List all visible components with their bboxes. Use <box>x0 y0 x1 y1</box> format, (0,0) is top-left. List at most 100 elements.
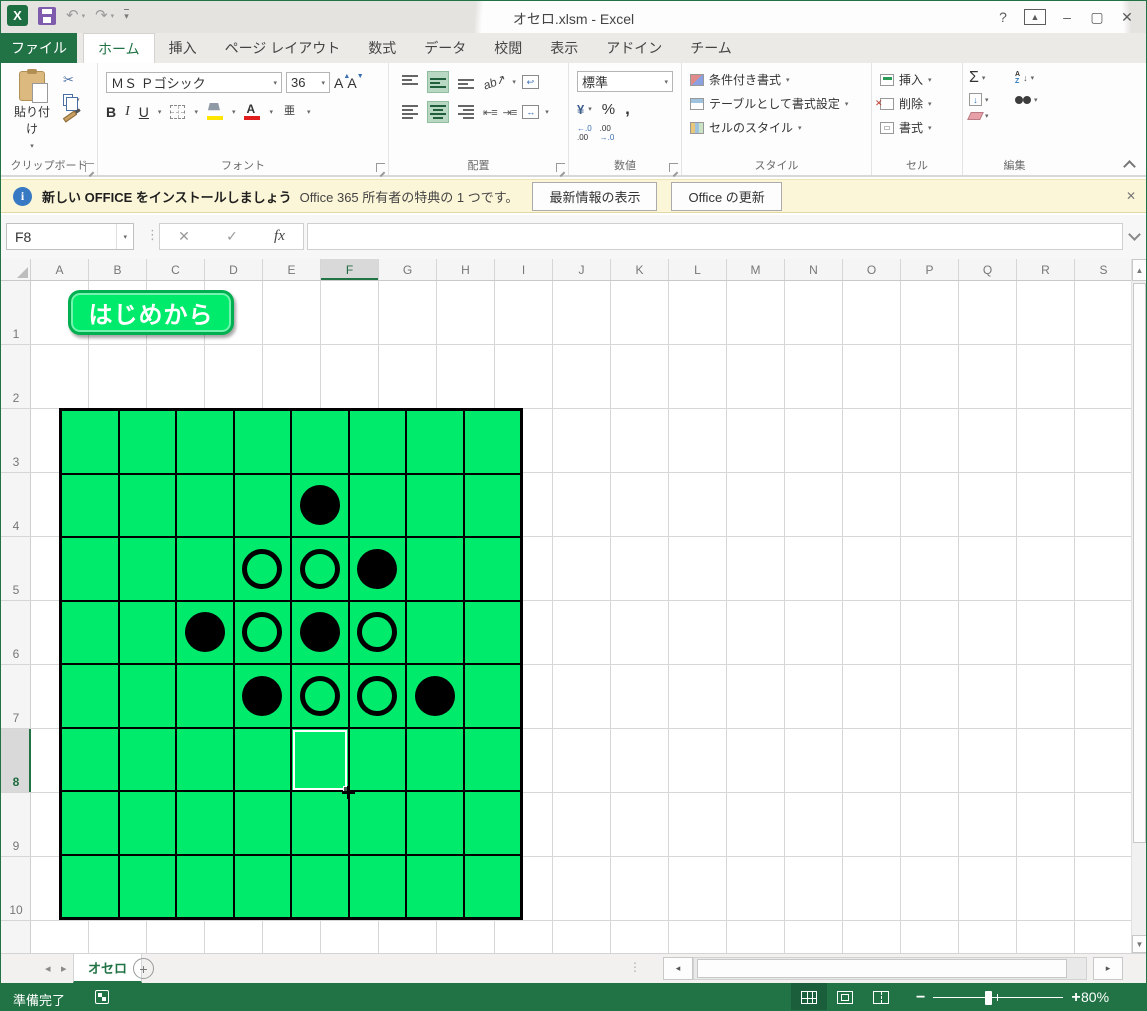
board-cell-H5[interactable] <box>407 538 463 600</box>
board-cell-D8[interactable] <box>177 729 233 791</box>
wrap-text-icon[interactable]: ↩ <box>522 75 539 89</box>
styles-item[interactable]: セルのスタイル▾ <box>690 119 848 136</box>
row-header-partial[interactable] <box>1 921 31 953</box>
shrink-font-button[interactable]: A▼ <box>347 75 356 91</box>
formula-bar-splitter[interactable]: ⋮ <box>146 227 159 243</box>
column-header-G[interactable]: G <box>379 259 437 280</box>
board-cell-G7[interactable] <box>350 665 406 727</box>
horizontal-scrollbar[interactable] <box>693 957 1087 980</box>
row-header-5[interactable]: 5 <box>1 537 31 601</box>
borders-icon[interactable] <box>170 105 185 119</box>
board-cell-D3[interactable] <box>177 411 233 473</box>
board-cell-F4[interactable] <box>292 475 348 537</box>
increase-decimal-button[interactable]: ←.0.00 <box>577 125 592 143</box>
board-cell-D5[interactable] <box>177 538 233 600</box>
font-size-select[interactable]: 36▾ <box>286 72 330 93</box>
board-cell-I6[interactable] <box>465 602 521 664</box>
tab-strip-splitter[interactable]: ⋮ <box>629 960 641 974</box>
tab-数式[interactable]: 数式 <box>354 33 410 63</box>
vertical-scroll-thumb[interactable] <box>1133 283 1146 843</box>
maximize-button[interactable]: ▢ <box>1082 4 1112 30</box>
tab-file[interactable]: ファイル <box>1 33 77 63</box>
phonetic-icon[interactable]: 亜 <box>282 103 298 121</box>
font-color-icon[interactable]: A <box>244 103 260 121</box>
autosum-button[interactable]: Σ▾ <box>969 69 1015 87</box>
column-header-H[interactable]: H <box>437 259 495 280</box>
align-top-button[interactable] <box>399 71 421 93</box>
bold-button[interactable]: B <box>106 104 116 120</box>
board-cell-B7[interactable] <box>62 665 118 727</box>
column-header-J[interactable]: J <box>553 259 611 280</box>
board-cell-C5[interactable] <box>120 538 176 600</box>
zoom-out-button[interactable]: − <box>916 989 925 1007</box>
board-cell-H9[interactable] <box>407 792 463 854</box>
sheet-tab-othello[interactable]: オセロ <box>73 954 142 983</box>
board-cell-I8[interactable] <box>465 729 521 791</box>
column-header-E[interactable]: E <box>263 259 321 280</box>
row-header-8[interactable]: 8 <box>1 729 31 793</box>
decrease-decimal-button[interactable]: .00→.0 <box>600 125 615 143</box>
board-cell-F3[interactable] <box>292 411 348 473</box>
hscroll-left-arrow[interactable]: ◂ <box>663 957 693 980</box>
align-right-button[interactable] <box>455 101 477 123</box>
board-cell-H6[interactable] <box>407 602 463 664</box>
row-header-4[interactable]: 4 <box>1 473 31 537</box>
clipboard-dialog-launcher[interactable] <box>85 163 94 172</box>
board-cell-H7[interactable] <box>407 665 463 727</box>
name-box-caret[interactable]: ▾ <box>116 224 133 249</box>
board-cell-H8[interactable] <box>407 729 463 791</box>
align-bottom-button[interactable] <box>455 71 477 93</box>
restart-game-button[interactable]: はじめから <box>68 290 234 335</box>
board-cell-C4[interactable] <box>120 475 176 537</box>
font-dialog-launcher[interactable] <box>376 163 385 172</box>
insert-function-icon[interactable]: fx <box>274 228 285 245</box>
board-cell-I7[interactable] <box>465 665 521 727</box>
tab-ホーム[interactable]: ホーム <box>83 33 155 63</box>
column-header-R[interactable]: R <box>1017 259 1075 280</box>
enter-icon[interactable]: ✓ <box>226 228 238 245</box>
board-cell-H10[interactable] <box>407 856 463 918</box>
column-header-N[interactable]: N <box>785 259 843 280</box>
board-cell-C9[interactable] <box>120 792 176 854</box>
board-cell-I9[interactable] <box>465 792 521 854</box>
paste-button[interactable]: 貼り付け ▾ <box>9 71 55 151</box>
column-header-B[interactable]: B <box>89 259 147 280</box>
board-cell-B4[interactable] <box>62 475 118 537</box>
tab-データ[interactable]: データ <box>410 33 480 63</box>
cells-item[interactable]: 書式▾ <box>880 119 932 136</box>
board-cell-F6[interactable] <box>292 602 348 664</box>
copy-icon[interactable] <box>63 94 73 106</box>
align-center-button[interactable] <box>427 101 449 123</box>
column-header-I[interactable]: I <box>495 259 553 280</box>
help-button[interactable]: ? <box>988 4 1018 30</box>
update-office-button[interactable]: Office の更新 <box>671 182 781 211</box>
board-cell-C7[interactable] <box>120 665 176 727</box>
board-cell-C6[interactable] <box>120 602 176 664</box>
board-cell-E4[interactable] <box>235 475 291 537</box>
board-cell-E9[interactable] <box>235 792 291 854</box>
view-page-break-button[interactable] <box>863 983 899 1011</box>
minimize-button[interactable]: – <box>1052 4 1082 30</box>
tab-校閲[interactable]: 校閲 <box>480 33 536 63</box>
notification-close-icon[interactable]: ✕ <box>1126 189 1136 203</box>
select-all-corner[interactable] <box>1 259 31 280</box>
cancel-icon[interactable]: ✕ <box>178 228 190 245</box>
board-cell-B3[interactable] <box>62 411 118 473</box>
zoom-slider-handle[interactable] <box>985 991 992 1005</box>
column-header-A[interactable]: A <box>31 259 89 280</box>
board-cell-C10[interactable] <box>120 856 176 918</box>
alignment-dialog-launcher[interactable] <box>556 163 565 172</box>
prev-sheet-arrow[interactable]: ◂ <box>45 962 51 975</box>
orientation-icon[interactable]: ab↗ <box>481 71 508 92</box>
board-cell-B6[interactable] <box>62 602 118 664</box>
zoom-in-button[interactable]: + <box>1071 989 1080 1007</box>
board-cell-D10[interactable] <box>177 856 233 918</box>
column-header-M[interactable]: M <box>727 259 785 280</box>
row-header-3[interactable]: 3 <box>1 409 31 473</box>
ribbon-display-options-icon[interactable]: ▲ <box>1024 9 1046 25</box>
board-cell-G5[interactable] <box>350 538 406 600</box>
font-name-select[interactable]: ＭＳ Ｐゴシック▾ <box>106 72 282 93</box>
board-cell-B9[interactable] <box>62 792 118 854</box>
board-cell-E6[interactable] <box>235 602 291 664</box>
horizontal-scroll-thumb[interactable] <box>697 959 1067 978</box>
